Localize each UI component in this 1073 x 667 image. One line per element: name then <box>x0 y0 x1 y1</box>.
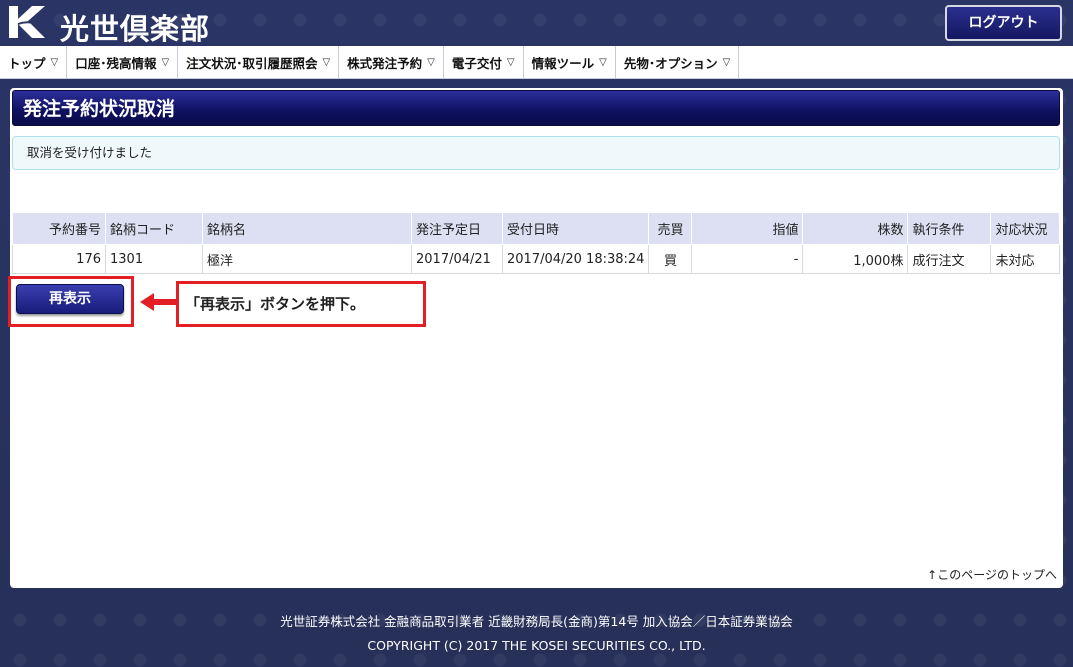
cell-limit: - <box>691 244 804 274</box>
status-message: 取消を受け付けました <box>12 136 1060 170</box>
reservation-table: 予約番号 銘柄コード 銘柄名 発注予定日 受付日時 売買 指値 株数 執行条件 … <box>12 212 1060 274</box>
cell-received: 2017/04/20 18:38:24 <box>501 244 650 274</box>
logout-button[interactable]: ログアウト <box>945 5 1062 41</box>
col-header-condition: 執行条件 <box>907 212 992 245</box>
footer-copyright: COPYRIGHT (C) 2017 THE KOSEI SECURITIES … <box>367 638 706 653</box>
annotation-callout: 「再表示」ボタンを押下。 <box>176 281 426 327</box>
col-header-shares: 株数 <box>802 212 909 245</box>
nav-item-label: 株式発注予約 <box>347 55 423 71</box>
col-header-name: 銘柄名 <box>202 212 412 245</box>
chevron-down-icon: ▽ <box>722 56 731 68</box>
main-nav: トップ ▽ 口座･残高情報 ▽ 注文状況･取引履歴照会 ▽ 株式発注予約 ▽ 電子交付 ▽… <box>0 46 1073 79</box>
main-panel: 発注予約状況取消 取消を受け付けました 予約番号 銘柄コード 銘柄名 発注予定日… <box>8 88 1063 588</box>
chevron-down-icon: ▽ <box>322 56 331 68</box>
col-header-order-date: 発注予定日 <box>411 212 503 245</box>
nav-item-label: 情報ツール <box>531 55 595 71</box>
page-title: 発注予約状況取消 <box>12 90 1060 126</box>
col-header-code: 銘柄コード <box>105 212 203 245</box>
cell-status: 未対応 <box>990 244 1060 274</box>
cell-condition: 成行注文 <box>907 244 992 274</box>
kosei-logo-icon <box>9 6 45 38</box>
col-header-received: 受付日時 <box>501 212 650 245</box>
chevron-down-icon: ▽ <box>50 56 59 68</box>
chevron-down-icon: ▽ <box>599 56 607 68</box>
nav-item-top[interactable]: トップ ▽ <box>0 46 68 78</box>
nav-item-e-delivery[interactable]: 電子交付 ▽ <box>444 46 524 78</box>
nav-item-account[interactable]: 口座･残高情報 ▽ <box>67 46 179 78</box>
header: 光世倶楽部 ログアウト <box>0 0 1073 46</box>
nav-item-info-tools[interactable]: 情報ツール ▽ <box>524 46 616 78</box>
cell-code: 1301 <box>105 244 203 274</box>
chevron-down-icon: ▽ <box>506 56 515 68</box>
chevron-down-icon: ▽ <box>427 56 435 68</box>
footer-company-info: 光世証券株式会社 金融商品取引業者 近畿財務局長(金商)第14号 加入協会／日本… <box>280 614 793 629</box>
col-header-reservation-no: 予約番号 <box>12 212 106 245</box>
cell-shares: 1,000株 <box>802 244 909 274</box>
nav-item-label: 口座･残高情報 <box>75 55 157 71</box>
site-logo-text: 光世倶楽部 <box>60 12 211 46</box>
nav-item-label: トップ <box>8 55 46 71</box>
nav-item-label: 注文状況･取引履歴照会 <box>186 55 318 71</box>
nav-item-label: 電子交付 <box>451 55 502 71</box>
nav-item-orders[interactable]: 注文状況･取引履歴照会 ▽ <box>178 46 340 78</box>
refresh-button[interactable]: 再表示 <box>16 284 124 314</box>
col-header-status: 対応状況 <box>990 212 1060 245</box>
table-header-row: 予約番号 銘柄コード 銘柄名 発注予定日 受付日時 売買 指値 株数 執行条件 … <box>12 212 1060 245</box>
footer: 光世証券株式会社 金融商品取引業者 近畿財務局長(金商)第14号 加入協会／日本… <box>0 610 1073 658</box>
page-top-link[interactable]: ↑このページのトップへ <box>927 566 1057 583</box>
cell-side: 買 <box>648 244 693 274</box>
cell-order-date: 2017/04/21 <box>411 244 503 274</box>
nav-item-label: 先物･オプション <box>623 55 718 71</box>
col-header-side: 売買 <box>648 212 693 245</box>
nav-item-futures-options[interactable]: 先物･オプション ▽ <box>616 46 740 78</box>
chevron-down-icon: ▽ <box>161 56 170 68</box>
annotation-highlight-box: 再表示 <box>8 276 134 327</box>
cell-reservation-no: 176 <box>12 244 106 274</box>
nav-item-reservation[interactable]: 株式発注予約 ▽ <box>339 46 444 78</box>
table-row: 176 1301 極洋 2017/04/21 2017/04/20 18:38:… <box>12 244 1060 274</box>
cell-name: 極洋 <box>202 244 412 274</box>
col-header-limit: 指値 <box>691 212 804 245</box>
